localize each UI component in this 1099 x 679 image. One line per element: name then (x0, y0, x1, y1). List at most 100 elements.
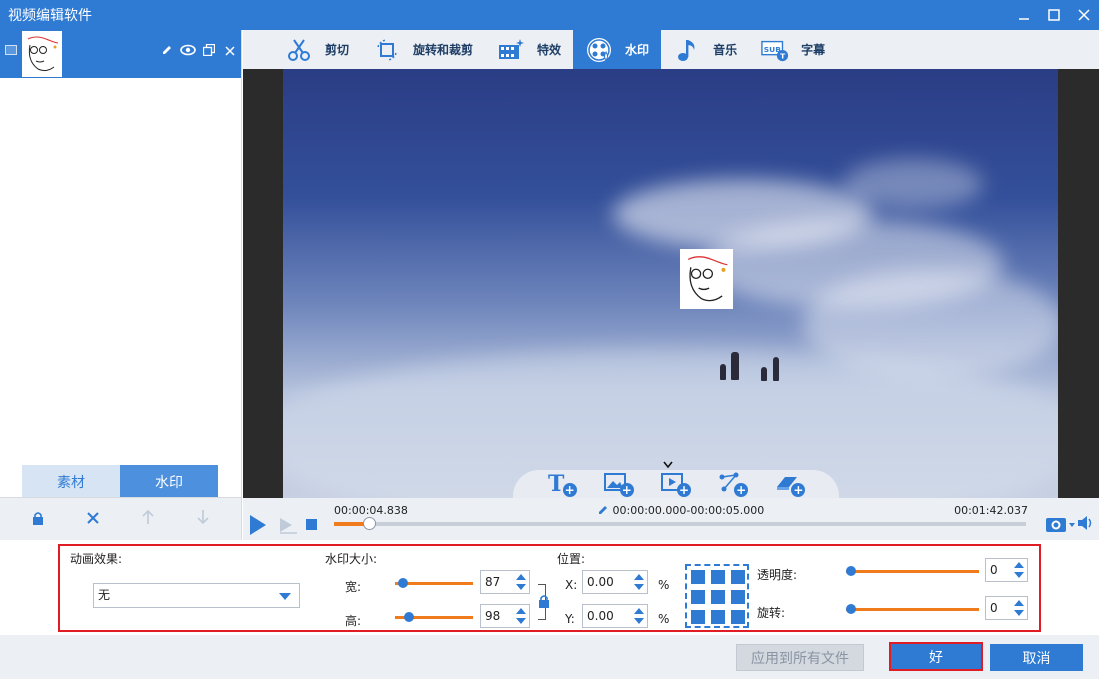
x-unit: % (658, 578, 670, 592)
x-stepper[interactable]: 0.00 (582, 570, 648, 594)
up-arrow-icon[interactable] (516, 608, 526, 614)
animation-select[interactable]: 无 (93, 583, 300, 608)
progress-handle[interactable] (362, 517, 376, 530)
delete-icon[interactable] (83, 510, 103, 529)
tab-watermark-main[interactable]: 水印 (573, 30, 662, 69)
down-arrow-icon[interactable] (516, 618, 526, 624)
tab-subtitle-label: 字幕 (801, 43, 826, 57)
rotation-stepper[interactable]: 0 (985, 596, 1028, 620)
progress-track[interactable] (334, 517, 1026, 530)
down-arrow-icon[interactable] (634, 618, 644, 624)
minimize-icon (1019, 18, 1029, 20)
move-up-icon[interactable] (138, 509, 158, 529)
tab-cut[interactable]: 剪切 (273, 30, 361, 69)
left-tabs: 素材 水印 (22, 465, 218, 498)
eye-icon[interactable] (180, 44, 196, 61)
watermark-add-toolbar: T + + + + + (513, 470, 839, 498)
width-slider-handle[interactable] (397, 578, 408, 588)
width-slider[interactable] (395, 578, 473, 588)
opacity-slider[interactable] (846, 566, 979, 576)
rotation-label: 旋转: (757, 606, 786, 620)
position-top-right[interactable] (731, 570, 745, 584)
opacity-label: 透明度: (757, 568, 798, 582)
maximize-button[interactable] (1039, 0, 1069, 30)
next-frame-icon[interactable] (278, 516, 298, 534)
height-slider-handle[interactable] (404, 612, 415, 622)
media-actions (159, 43, 237, 61)
position-top-left[interactable] (691, 570, 705, 584)
stepper-arrows (1013, 599, 1025, 617)
down-arrow-icon[interactable] (1014, 610, 1024, 616)
position-bottom-right[interactable] (731, 610, 745, 624)
down-arrow-icon[interactable] (1014, 572, 1024, 578)
scissors-icon (285, 36, 313, 64)
down-arrow-icon[interactable] (516, 584, 526, 590)
edit-icon[interactable] (159, 44, 174, 61)
total-time: 00:01:42.037 (954, 504, 1028, 517)
volume-icon[interactable] (1077, 515, 1095, 531)
play-icon[interactable] (250, 515, 266, 535)
chevron-down-icon (279, 593, 291, 600)
tab-watermark-label: 水印 (625, 43, 650, 57)
duplicate-icon[interactable] (201, 43, 216, 61)
cancel-button[interactable]: 取消 (990, 644, 1083, 671)
add-text-icon[interactable]: T + (547, 471, 577, 497)
feature-tabs: 剪切 旋转和裁剪 特效 水印 音乐 SUB T 字幕 (243, 30, 1099, 69)
lock-icon[interactable] (28, 510, 48, 529)
position-top-center[interactable] (711, 570, 725, 584)
dialog-buttons: 应用到所有文件 好 取消 (0, 635, 1099, 679)
watermark-overlay[interactable] (680, 249, 733, 309)
height-slider[interactable] (395, 612, 473, 622)
height-label: 高: (345, 614, 362, 628)
move-down-icon[interactable] (193, 509, 213, 529)
maximize-icon (1048, 9, 1060, 21)
watermark-thumbnail[interactable] (22, 31, 62, 77)
rotation-slider[interactable] (846, 604, 979, 614)
edit-range-icon (599, 506, 607, 514)
add-eraser-icon[interactable]: + (775, 471, 806, 497)
position-center[interactable] (711, 590, 725, 604)
tab-watermark[interactable]: 水印 (120, 465, 218, 498)
tab-rotate-crop[interactable]: 旋转和裁剪 (361, 30, 485, 69)
position-bottom-center[interactable] (711, 610, 725, 624)
up-arrow-icon[interactable] (634, 574, 644, 580)
tab-effects[interactable]: 特效 (485, 30, 573, 69)
media-item-watermark[interactable] (0, 30, 241, 78)
snapshot-camera-icon[interactable] (1045, 515, 1075, 533)
tab-subtitle[interactable]: SUB T 字幕 (749, 30, 837, 69)
width-stepper[interactable]: 87 (480, 570, 530, 594)
remove-icon[interactable] (222, 45, 237, 61)
ok-button[interactable]: 好 (889, 642, 983, 671)
aspect-lock-icon[interactable] (538, 594, 550, 608)
tab-rotate-crop-label: 旋转和裁剪 (413, 43, 474, 57)
position-grid (685, 564, 749, 628)
height-stepper[interactable]: 98 (480, 604, 530, 628)
tab-music[interactable]: 音乐 (661, 30, 749, 69)
video-frame[interactable] (283, 69, 1058, 498)
rotation-slider-handle[interactable] (846, 604, 856, 614)
minimize-button[interactable] (1009, 0, 1039, 30)
apply-all-button[interactable]: 应用到所有文件 (736, 644, 864, 671)
video-preview: T + + + + + (243, 69, 1099, 498)
up-arrow-icon[interactable] (634, 608, 644, 614)
close-button[interactable] (1069, 0, 1099, 30)
y-label: Y: (565, 612, 575, 626)
down-arrow-icon[interactable] (634, 584, 644, 590)
tab-materials[interactable]: 素材 (22, 465, 120, 498)
clip-range[interactable]: 00:00:00.000-00:00:05.000 (598, 504, 764, 517)
y-stepper[interactable]: 0.00 (582, 604, 648, 628)
position-bottom-left[interactable] (691, 610, 705, 624)
tab-cut-label: 剪切 (325, 43, 350, 57)
opacity-slider-handle[interactable] (846, 566, 856, 576)
up-arrow-icon[interactable] (516, 574, 526, 580)
animation-value: 无 (98, 588, 111, 602)
add-image-icon[interactable]: + (603, 471, 634, 497)
up-arrow-icon[interactable] (1014, 562, 1024, 568)
stop-icon[interactable] (306, 519, 317, 530)
add-video-icon[interactable]: + (660, 471, 691, 497)
up-arrow-icon[interactable] (1014, 600, 1024, 606)
position-middle-right[interactable] (731, 590, 745, 604)
opacity-stepper[interactable]: 0 (985, 558, 1028, 582)
add-shape-icon[interactable]: + (718, 471, 749, 497)
position-middle-left[interactable] (691, 590, 705, 604)
